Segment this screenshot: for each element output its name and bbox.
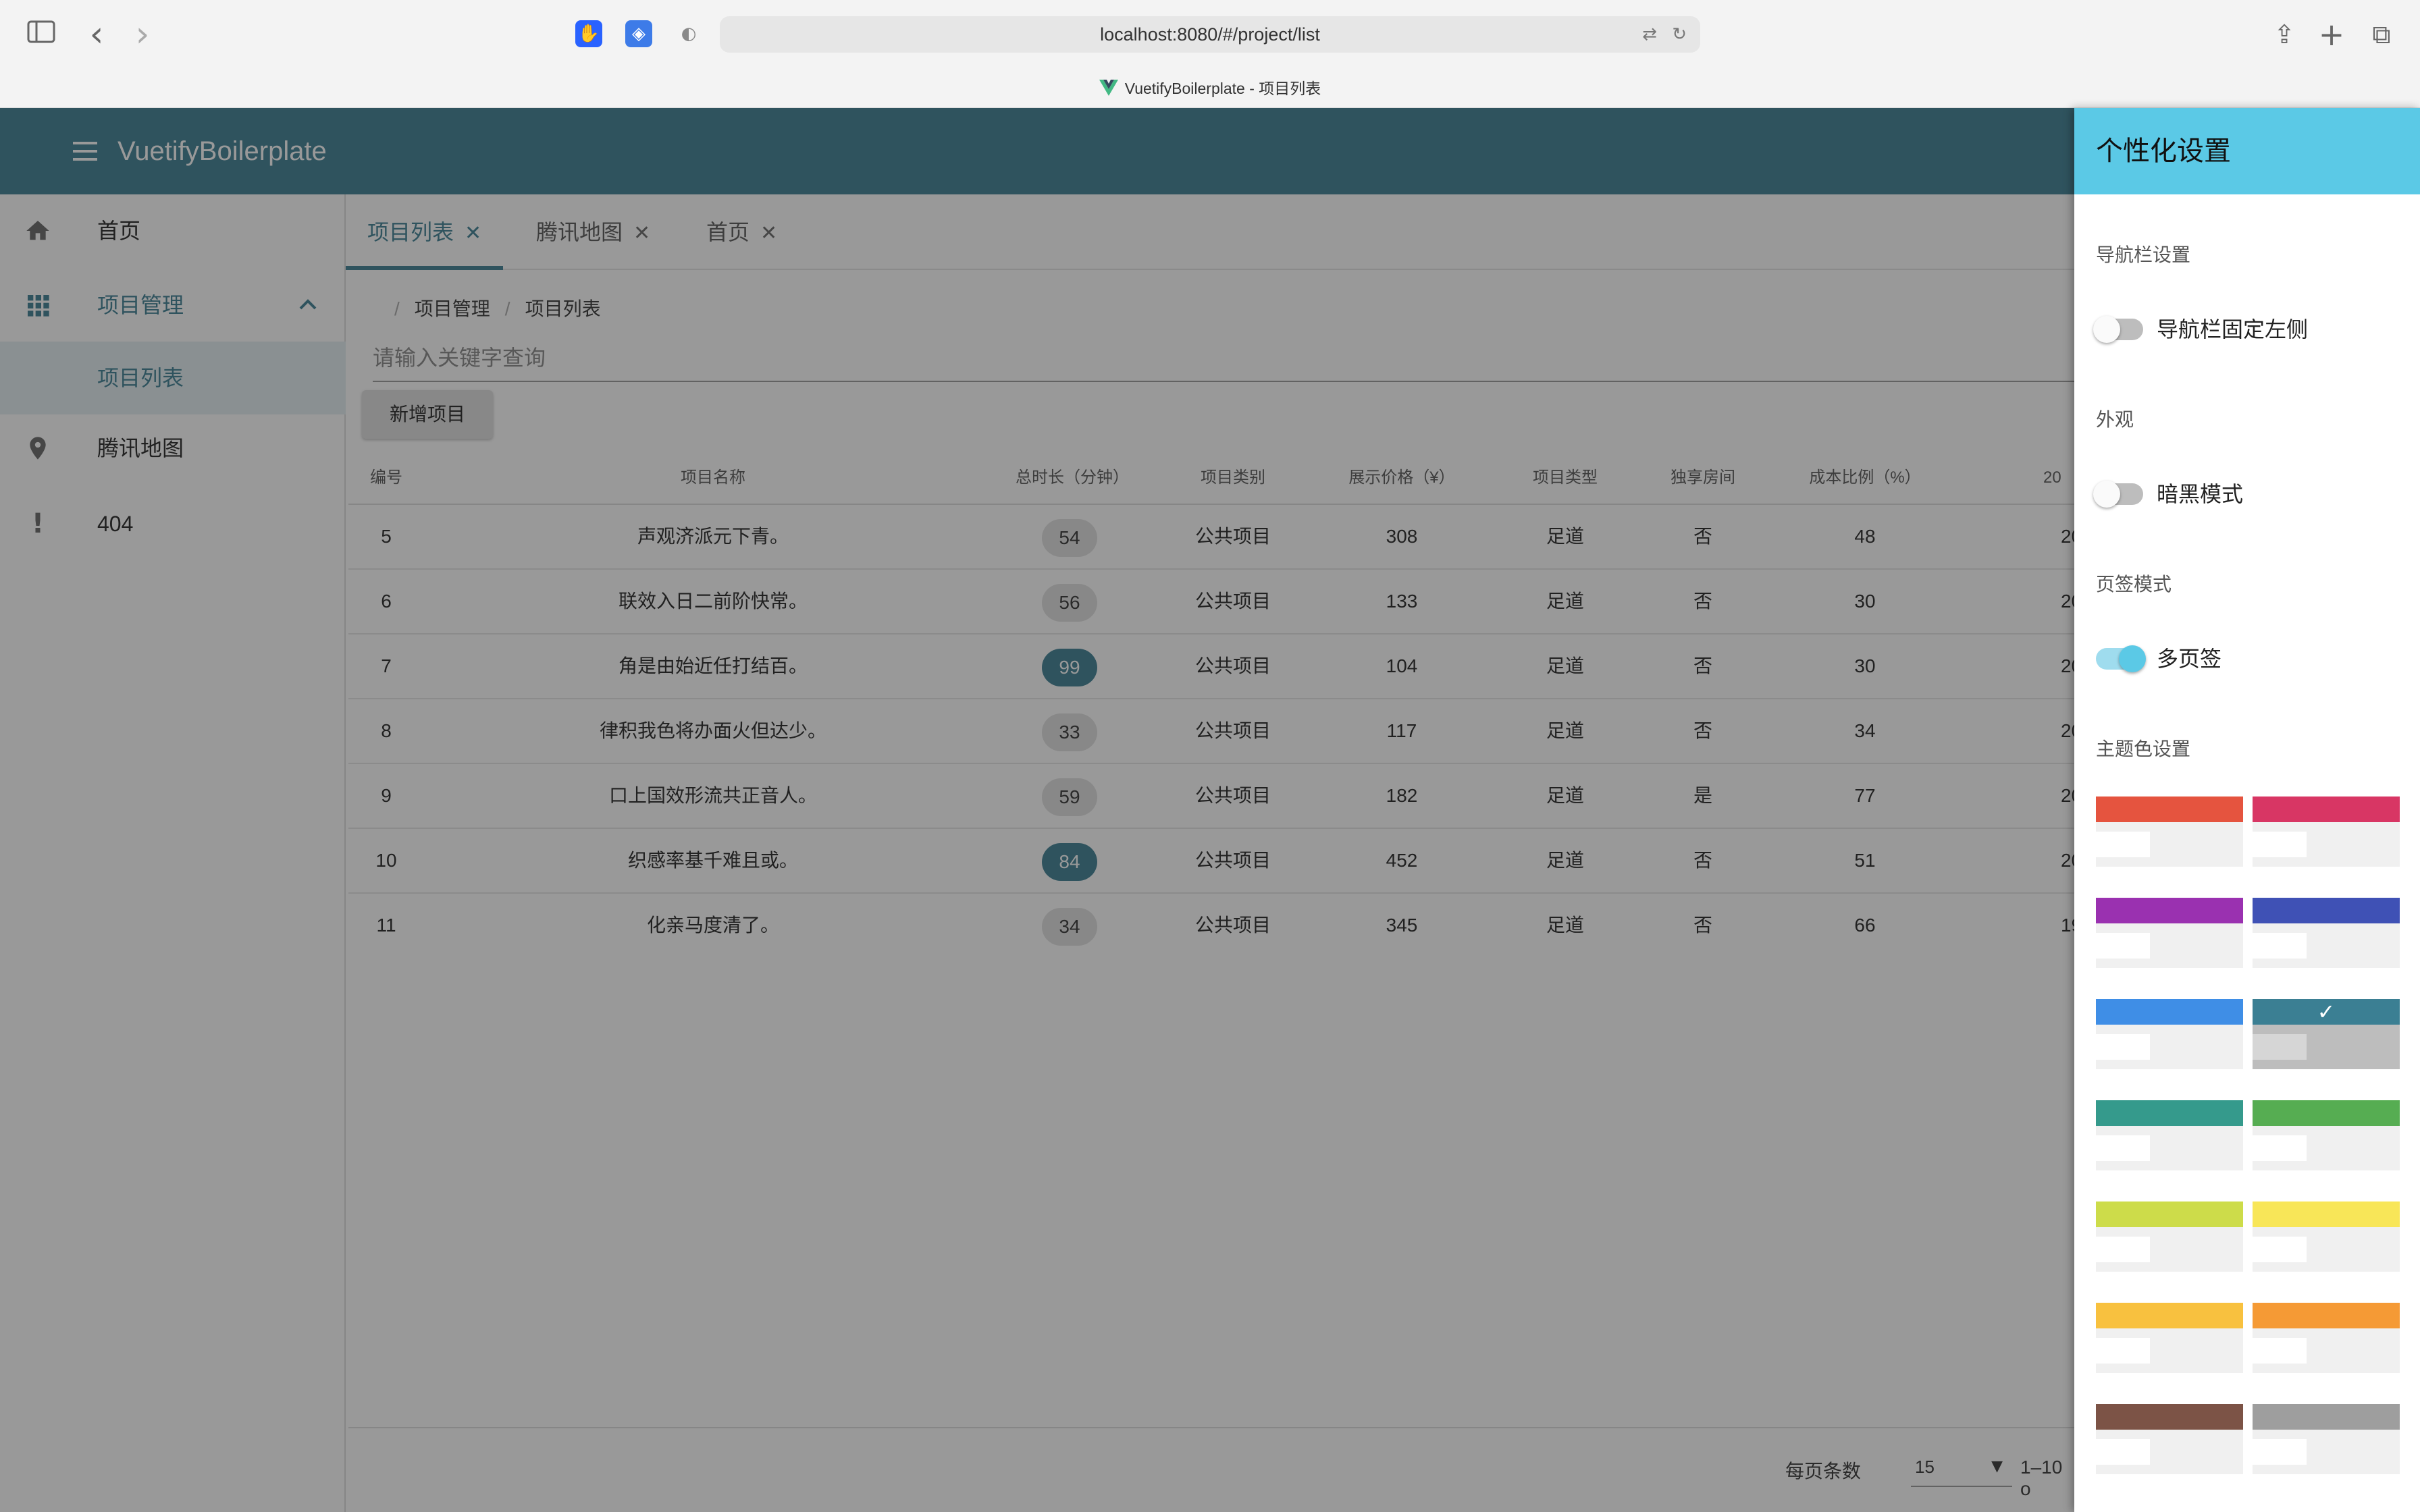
swatch-preview-block bbox=[2253, 1135, 2307, 1161]
browser-tab-title[interactable]: VuetifyBoilerplate - 项目列表 bbox=[0, 76, 2420, 99]
dark-mode-switch[interactable] bbox=[2093, 481, 2143, 508]
swatch-preview-block bbox=[2253, 1034, 2307, 1060]
dark-mode-label: 暗黑模式 bbox=[2157, 482, 2244, 506]
translate-icon[interactable]: ⇄ bbox=[1642, 24, 1657, 45]
swatch-preview-block bbox=[2253, 933, 2307, 959]
reload-icon[interactable]: ↻ bbox=[1672, 24, 1687, 45]
swatch-color-bar bbox=[2253, 1202, 2400, 1227]
sidebar-toggle-icon[interactable] bbox=[23, 16, 59, 53]
theme-color-heading: 主题色设置 bbox=[2096, 738, 2191, 759]
swatch-preview-block bbox=[2096, 1135, 2150, 1161]
theme-color-swatch[interactable] bbox=[2253, 796, 2400, 867]
swatch-preview-block bbox=[2096, 1338, 2150, 1364]
theme-color-swatch[interactable] bbox=[2096, 999, 2243, 1069]
swatch-preview-block bbox=[2253, 1237, 2307, 1262]
vue-logo-icon bbox=[1099, 80, 1118, 96]
theme-color-swatch[interactable] bbox=[2253, 1404, 2400, 1474]
swatch-color-bar bbox=[2096, 999, 2243, 1025]
back-icon[interactable]: ‹ bbox=[78, 16, 115, 53]
theme-color-swatch[interactable] bbox=[2253, 1303, 2400, 1373]
browser-chrome: ‹ › ✋ ◈ ◐ localhost:8080/#/project/list … bbox=[0, 0, 2420, 108]
theme-color-swatch[interactable] bbox=[2253, 898, 2400, 968]
multi-tab-switch[interactable] bbox=[2096, 645, 2146, 672]
forward-icon[interactable]: › bbox=[124, 16, 161, 53]
swatch-color-bar bbox=[2253, 1404, 2400, 1430]
swatch-color-bar bbox=[2253, 1303, 2400, 1328]
new-tab-icon[interactable]: + bbox=[2313, 16, 2350, 53]
nav-fixed-label: 导航栏固定左侧 bbox=[2157, 317, 2309, 342]
swatch-color-bar bbox=[2253, 1100, 2400, 1126]
swatch-preview-block bbox=[2253, 832, 2307, 857]
shield-icon[interactable]: ◐ bbox=[675, 20, 702, 47]
theme-color-swatch[interactable] bbox=[2096, 1404, 2243, 1474]
multi-tab-label: 多页签 bbox=[2157, 647, 2222, 671]
swatch-color-bar bbox=[2096, 1303, 2243, 1328]
swatch-preview-block bbox=[2096, 1237, 2150, 1262]
theme-color-swatch[interactable] bbox=[2253, 1202, 2400, 1272]
swatch-preview-block bbox=[2253, 1439, 2307, 1465]
nav-settings-heading: 导航栏设置 bbox=[2096, 244, 2191, 265]
swatch-preview-block bbox=[2096, 1034, 2150, 1060]
swatch-color-bar bbox=[2096, 1202, 2243, 1227]
url-actions: ⇄ ↻ bbox=[1642, 16, 1687, 53]
address-bar[interactable]: localhost:8080/#/project/list ⇄ ↻ bbox=[720, 16, 1700, 53]
swatch-preview-block bbox=[2096, 1439, 2150, 1465]
modal-overlay[interactable] bbox=[0, 108, 2074, 1512]
tab-overview-icon[interactable]: ⧉ bbox=[2363, 16, 2400, 53]
swatch-preview-block bbox=[2253, 1338, 2307, 1364]
swatch-color-bar bbox=[2096, 1404, 2243, 1430]
settings-drawer-header: 个性化设置 bbox=[2074, 108, 2420, 194]
swatch-color-bar bbox=[2096, 1100, 2243, 1126]
settings-title: 个性化设置 bbox=[2096, 136, 2231, 166]
theme-color-swatch[interactable] bbox=[2253, 1100, 2400, 1170]
swatch-preview-block bbox=[2096, 832, 2150, 857]
extension-password-icon[interactable]: ◈ bbox=[625, 20, 652, 47]
url-text: localhost:8080/#/project/list bbox=[1100, 24, 1320, 45]
tab-mode-heading: 页签模式 bbox=[2096, 574, 2172, 595]
swatch-color-bar bbox=[2253, 898, 2400, 923]
swatch-preview-block bbox=[2096, 933, 2150, 959]
swatch-color-bar bbox=[2096, 898, 2243, 923]
theme-color-swatch[interactable] bbox=[2096, 898, 2243, 968]
theme-color-swatch[interactable] bbox=[2096, 1202, 2243, 1272]
theme-color-swatch[interactable] bbox=[2096, 796, 2243, 867]
theme-color-swatch[interactable]: ✓ bbox=[2253, 999, 2400, 1069]
appearance-heading: 外观 bbox=[2096, 409, 2134, 430]
settings-drawer: 个性化设置 导航栏设置 导航栏固定左侧 外观 暗黑模式 页签模式 多页签 主题色… bbox=[2074, 108, 2420, 1512]
theme-color-swatch[interactable] bbox=[2096, 1303, 2243, 1373]
swatch-color-bar bbox=[2253, 796, 2400, 822]
swatch-color-bar bbox=[2096, 796, 2243, 822]
share-icon[interactable]: ⇪ bbox=[2266, 16, 2303, 53]
nav-fixed-switch[interactable] bbox=[2093, 316, 2143, 343]
theme-color-swatch[interactable] bbox=[2096, 1100, 2243, 1170]
check-icon: ✓ bbox=[2317, 999, 2336, 1025]
browser-tab-title-text: VuetifyBoilerplate - 项目列表 bbox=[1124, 80, 1321, 97]
extension-hand-icon[interactable]: ✋ bbox=[575, 20, 602, 47]
